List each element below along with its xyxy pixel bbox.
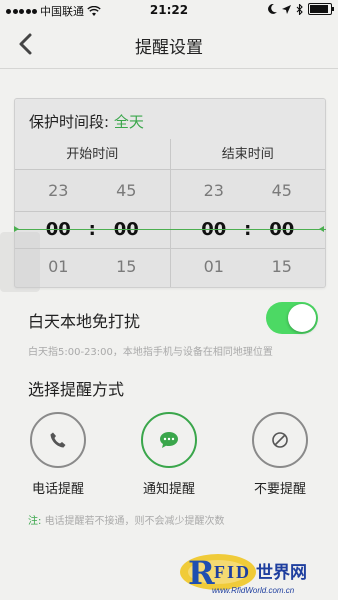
- svg-text:www.RfidWorld.com.cn: www.RfidWorld.com.cn: [212, 586, 295, 595]
- svg-text:R: R: [188, 554, 215, 592]
- svg-text:世界网: 世界网: [256, 563, 307, 583]
- start-prev-row[interactable]: 23 45: [15, 173, 170, 209]
- protection-period-card: 保护时间段: 全天 开始时间 2345 00:00 0115 结束时间 2345…: [14, 98, 326, 288]
- end-next-hour: 01: [203, 257, 224, 276]
- location-icon: [282, 4, 291, 14]
- assistive-touch-overlay[interactable]: [0, 232, 40, 292]
- nav-bar: 提醒设置: [0, 20, 338, 69]
- method-none[interactable]: 不要提醒: [240, 412, 320, 497]
- methods-title: 选择提醒方式: [28, 380, 125, 399]
- method-phone-circle[interactable]: [30, 412, 86, 468]
- end-next-minute: 15: [271, 257, 292, 276]
- end-prev-hour: 23: [203, 181, 224, 200]
- end-selected-row[interactable]: 00:00: [170, 211, 325, 249]
- chat-bubble-icon: [160, 432, 178, 448]
- start-prev-hour: 23: [48, 181, 69, 200]
- reminder-note: 注: 电话提醒若不接通，则不会减少提醒次数: [28, 512, 225, 527]
- status-right: [268, 3, 334, 15]
- start-time-header: 开始时间: [15, 139, 170, 170]
- period-label: 保护时间段:: [29, 113, 110, 131]
- moon-icon: [268, 4, 277, 14]
- start-minute: 00: [113, 219, 139, 240]
- period-header: 保护时间段: 全天: [15, 99, 325, 140]
- end-colon: :: [241, 212, 255, 248]
- dnd-label: 白天本地免打扰: [28, 312, 141, 331]
- method-phone-label: 电话提醒: [31, 482, 84, 497]
- end-next-row[interactable]: 01 15: [171, 249, 326, 285]
- page-title: 提醒设置: [135, 38, 203, 58]
- start-next-minute: 15: [116, 257, 137, 276]
- end-prev-minute: 45: [271, 181, 292, 200]
- dnd-toggle[interactable]: [266, 302, 318, 334]
- end-minute: 00: [269, 219, 295, 240]
- end-hour: 00: [201, 219, 227, 240]
- method-notification-circle[interactable]: [141, 412, 197, 468]
- status-bar: 中国联通 21:22: [0, 0, 338, 20]
- time-pickers: 开始时间 2345 00:00 0115 结束时间 2345 00:00 011…: [15, 139, 325, 287]
- period-value: 全天: [113, 113, 144, 131]
- prohibited-icon: [272, 432, 288, 448]
- toggle-knob: [288, 304, 316, 332]
- method-phone[interactable]: 电话提醒: [18, 412, 98, 497]
- selection-marker-right: [319, 226, 324, 232]
- phone-icon: [50, 432, 66, 448]
- end-prev-row[interactable]: 23 45: [171, 173, 326, 209]
- svg-text:FID: FID: [214, 562, 251, 582]
- rfidworld-logo: R FID 世界网 www.RfidWorld.com.cn: [180, 554, 307, 595]
- end-time-header: 结束时间: [170, 139, 325, 170]
- note-text: 电话提醒若不接通，则不会减少提醒次数: [44, 516, 225, 527]
- dnd-description: 白天指5:00-23:00，本地指手机与设备在相同地理位置: [28, 347, 273, 358]
- method-none-label: 不要提醒: [253, 482, 306, 497]
- start-prev-minute: 45: [116, 181, 137, 200]
- bluetooth-icon: [296, 3, 303, 15]
- selection-indicator-line: [14, 229, 326, 230]
- method-notification-label: 通知提醒: [142, 482, 195, 497]
- start-colon: :: [85, 212, 99, 248]
- note-prefix: 注:: [28, 516, 42, 527]
- method-none-circle[interactable]: [252, 412, 308, 468]
- end-time-picker[interactable]: 结束时间 23 45 00:00 01 15: [169, 139, 326, 287]
- battery-icon: [308, 3, 334, 15]
- method-notification[interactable]: 通知提醒: [129, 412, 209, 497]
